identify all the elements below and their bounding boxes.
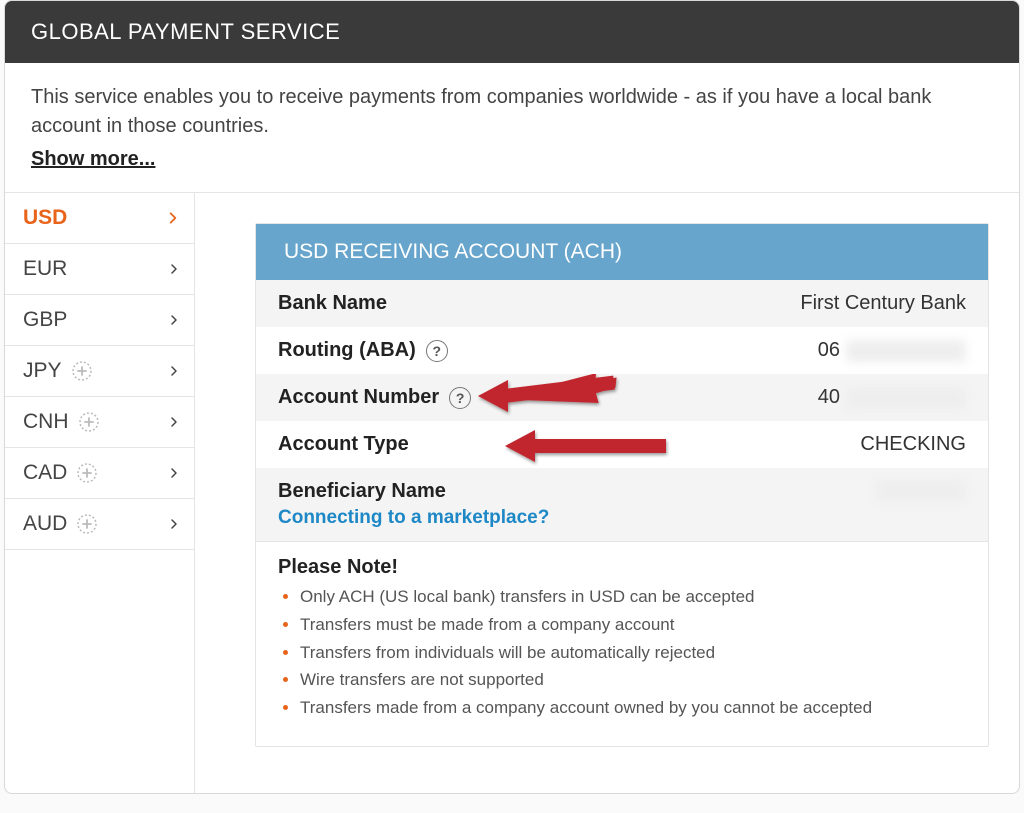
- sidebar-item-usd[interactable]: USD: [5, 193, 194, 244]
- note-item: Transfers from individuals will be autom…: [300, 641, 966, 665]
- redacted-value: [846, 340, 966, 362]
- global-payment-card: GLOBAL PAYMENT SERVICE This service enab…: [4, 0, 1020, 794]
- note-title: Please Note!: [278, 556, 966, 579]
- value-beneficiary: [746, 480, 966, 502]
- redacted-value: [876, 480, 966, 502]
- label-beneficiary: Beneficiary Name: [278, 480, 446, 503]
- intro-section: This service enables you to receive paym…: [5, 63, 1019, 193]
- label-routing: Routing (ABA): [278, 339, 416, 362]
- chevron-right-icon: [168, 263, 180, 275]
- plus-circle-icon: [75, 512, 99, 536]
- sidebar-item-cnh[interactable]: CNH: [5, 397, 194, 448]
- chevron-right-icon: [168, 416, 180, 428]
- note-item: Wire transfers are not supported: [300, 668, 966, 692]
- sidebar-item-eur[interactable]: EUR: [5, 244, 194, 295]
- label-bank-name: Bank Name: [278, 292, 746, 315]
- label-account-number: Account Number: [278, 386, 439, 409]
- chevron-right-icon: [168, 518, 180, 530]
- note-list: Only ACH (US local bank) transfers in US…: [278, 585, 966, 720]
- sidebar-item-gbp[interactable]: GBP: [5, 295, 194, 346]
- sidebar-item-cad[interactable]: CAD: [5, 448, 194, 499]
- sidebar-item-label: USD: [23, 206, 67, 230]
- sidebar-item-aud[interactable]: AUD: [5, 499, 194, 550]
- row-routing: Routing (ABA) ? 06: [256, 327, 988, 374]
- sidebar-item-label: JPY: [23, 359, 62, 383]
- note-box: Please Note! Only ACH (US local bank) tr…: [256, 541, 988, 746]
- chevron-right-icon: [168, 314, 180, 326]
- note-item: Transfers made from a company account ow…: [300, 696, 966, 720]
- sidebar-item-jpy[interactable]: JPY: [5, 346, 194, 397]
- row-account-number: Account Number ? 40: [256, 374, 988, 421]
- redacted-value: [846, 387, 966, 409]
- note-item: Only ACH (US local bank) transfers in US…: [300, 585, 966, 609]
- help-icon[interactable]: ?: [426, 340, 448, 362]
- sidebar-item-label: CNH: [23, 410, 69, 434]
- value-routing: 06: [746, 339, 966, 362]
- value-account-number: 40: [746, 386, 966, 409]
- plus-circle-icon: [75, 461, 99, 485]
- account-number-prefix: 40: [818, 386, 840, 409]
- chevron-right-icon: [168, 365, 180, 377]
- chevron-right-icon: [166, 211, 180, 225]
- row-bank-name: Bank Name First Century Bank: [256, 280, 988, 327]
- value-bank-name: First Century Bank: [746, 292, 966, 315]
- connecting-marketplace-link[interactable]: Connecting to a marketplace?: [278, 507, 746, 529]
- value-account-type: CHECKING: [746, 433, 966, 456]
- card-title: GLOBAL PAYMENT SERVICE: [31, 19, 340, 44]
- sidebar-item-label: GBP: [23, 308, 67, 332]
- intro-text: This service enables you to receive paym…: [31, 86, 931, 137]
- routing-prefix: 06: [818, 339, 840, 362]
- account-panel: USD RECEIVING ACCOUNT (ACH) Bank Name Fi…: [255, 223, 989, 747]
- panel-header: USD RECEIVING ACCOUNT (ACH): [256, 224, 988, 280]
- show-more-link[interactable]: Show more...: [31, 145, 155, 174]
- sidebar-item-label: AUD: [23, 512, 67, 536]
- plus-circle-icon: [77, 410, 101, 434]
- plus-circle-icon: [70, 359, 94, 383]
- chevron-right-icon: [168, 467, 180, 479]
- sidebar-item-label: CAD: [23, 461, 67, 485]
- card-body: USD EUR GBP JPY: [5, 193, 1019, 793]
- note-item: Transfers must be made from a company ac…: [300, 613, 966, 637]
- row-beneficiary: Beneficiary Name Connecting to a marketp…: [256, 468, 988, 541]
- currency-sidebar: USD EUR GBP JPY: [5, 193, 195, 793]
- help-icon[interactable]: ?: [449, 387, 471, 409]
- sidebar-item-label: EUR: [23, 257, 67, 281]
- card-header: GLOBAL PAYMENT SERVICE: [5, 1, 1019, 63]
- panel-title: USD RECEIVING ACCOUNT (ACH): [284, 240, 622, 263]
- row-account-type: Account Type CHECKING: [256, 421, 988, 468]
- label-account-type: Account Type: [278, 433, 746, 456]
- content-area: USD RECEIVING ACCOUNT (ACH) Bank Name Fi…: [195, 193, 1019, 747]
